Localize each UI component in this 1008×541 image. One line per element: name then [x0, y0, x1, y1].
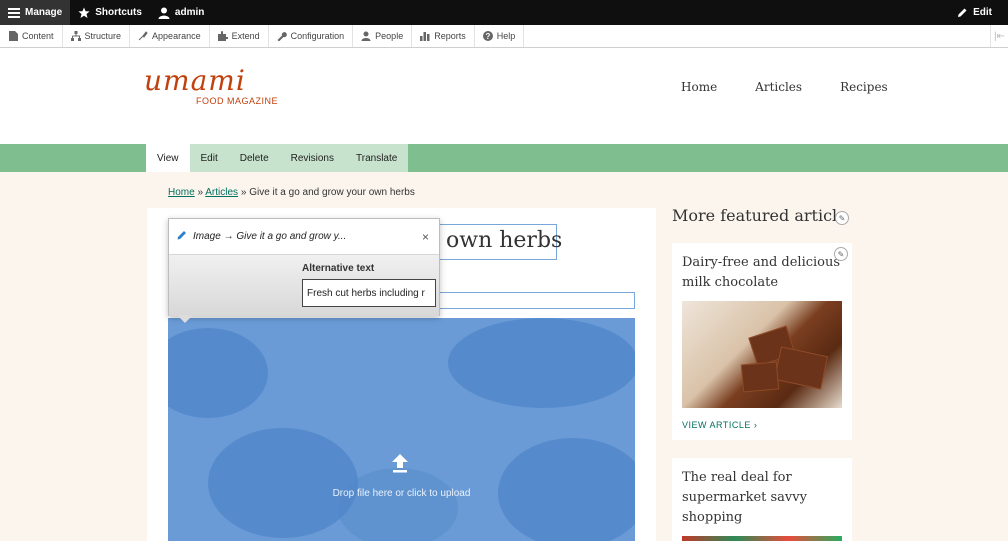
toolbar-manage-label: Manage	[25, 7, 63, 18]
tray-item-label: People	[375, 31, 404, 41]
logo-tagline: FOOD MAGAZINE	[196, 96, 279, 106]
upload-hint: Drop file here or click to upload	[332, 488, 471, 499]
tray-orientation-toggle[interactable]: |⇤	[990, 25, 1008, 47]
tray-item-label: Help	[496, 31, 516, 41]
sidebar-title: More featured article	[672, 206, 847, 225]
site-header: umami FOOD MAGAZINE Home Articles Recipe…	[0, 48, 1008, 144]
image-alt-balloon: Image → Give it a go and grow y... × Alt…	[168, 218, 440, 323]
chevron-right-icon: ›	[753, 420, 758, 430]
appearance-icon	[138, 31, 148, 41]
featured-card[interactable]: ✎ Dairy-free and delicious milk chocolat…	[672, 243, 852, 440]
content-icon	[8, 31, 18, 41]
balloon-heading: Image → Give it a go and grow y...	[193, 231, 347, 242]
person-icon	[361, 31, 371, 41]
toolbar-shortcuts[interactable]: Shortcuts	[70, 0, 150, 25]
svg-text:?: ?	[485, 32, 490, 41]
star-icon	[78, 7, 90, 19]
tray-item-label: Configuration	[290, 31, 345, 41]
user-icon	[158, 7, 170, 19]
breadcrumb-separator: »	[240, 187, 247, 198]
pencil-icon	[177, 230, 187, 243]
featured-card[interactable]: The real deal for supermarket savvy shop…	[672, 458, 852, 541]
article-title[interactable]: own herbs	[446, 228, 562, 253]
tray-item-appearance[interactable]: Appearance	[130, 25, 210, 47]
tab-view[interactable]: View	[146, 144, 190, 172]
toolbar-edit[interactable]: Edit	[948, 0, 1000, 25]
tray-item-structure[interactable]: Structure	[63, 25, 131, 47]
shopping-image	[682, 536, 842, 541]
tab-delete[interactable]: Delete	[228, 144, 280, 172]
chocolate-piece	[740, 361, 780, 393]
main-nav: Home Articles Recipes	[681, 80, 888, 94]
nav-articles[interactable]: Articles	[755, 80, 802, 94]
tray-item-configuration[interactable]: Configuration	[269, 25, 354, 47]
toolbar-user[interactable]: admin	[150, 0, 212, 25]
bar-chart-icon	[420, 31, 430, 41]
herb-shape	[168, 328, 268, 418]
tray-item-label: Reports	[434, 31, 466, 41]
image-upload-dropzone[interactable]: Drop file here or click to upload	[168, 318, 635, 541]
breadcrumb-separator: »	[197, 187, 204, 198]
breadcrumb: Home » Articles » Give it a go and grow …	[168, 187, 415, 198]
toolbar-shortcuts-label: Shortcuts	[95, 7, 142, 18]
block-edit-pencil-icon[interactable]: ✎	[835, 211, 849, 225]
herb-shape	[338, 468, 458, 541]
wrench-icon	[277, 31, 287, 41]
herb-shape	[448, 318, 635, 408]
toolbar-tray: Content Structure Appearance Extend Conf…	[0, 25, 1008, 48]
tray-item-label: Structure	[84, 31, 122, 41]
structure-icon	[70, 31, 81, 41]
close-icon[interactable]: ×	[422, 230, 429, 244]
featured-card-title[interactable]: The real deal for supermarket savvy shop…	[672, 458, 852, 528]
extend-icon	[217, 31, 228, 41]
tray-item-help[interactable]: ? Help	[475, 25, 525, 47]
nav-recipes[interactable]: Recipes	[840, 80, 888, 94]
toolbar-user-label: admin	[174, 7, 205, 18]
collapse-left-icon: |⇤	[994, 30, 1005, 42]
featured-card-title[interactable]: Dairy-free and delicious milk chocolate	[672, 243, 852, 293]
pencil-icon	[956, 7, 968, 19]
balloon-body: Alternative text	[169, 255, 439, 316]
breadcrumb-current: Give it a go and grow your own herbs	[249, 187, 415, 198]
upload-icon	[392, 454, 408, 473]
tab-edit[interactable]: Edit	[189, 144, 229, 172]
tray-item-extend[interactable]: Extend	[210, 25, 269, 47]
nav-home[interactable]: Home	[681, 80, 717, 94]
alt-text-input[interactable]	[302, 279, 436, 307]
view-article-link[interactable]: VIEW ARTICLE ›	[672, 408, 852, 440]
logo-name: umami	[144, 64, 246, 97]
view-article-label: VIEW ARTICLE	[682, 420, 751, 430]
herb-shape	[208, 428, 358, 538]
site-logo[interactable]: umami FOOD MAGAZINE	[144, 64, 279, 107]
chocolate-image	[682, 301, 842, 408]
card-edit-pencil-icon[interactable]: ✎	[834, 247, 848, 261]
tray-item-label: Content	[22, 31, 54, 41]
tray-item-reports[interactable]: Reports	[412, 25, 475, 47]
balloon-arrow	[177, 315, 193, 323]
tab-translate[interactable]: Translate	[345, 144, 409, 172]
alt-text-label: Alternative text	[302, 263, 375, 274]
breadcrumb-articles[interactable]: Articles	[205, 187, 238, 198]
toolbar-edit-label: Edit	[973, 7, 992, 18]
help-icon: ?	[482, 31, 493, 41]
tray-item-label: Extend	[231, 31, 260, 41]
local-tasks: View Edit Delete Revisions Translate	[146, 144, 409, 172]
balloon-header: Image → Give it a go and grow y...	[169, 219, 439, 255]
local-tasks-band: View Edit Delete Revisions Translate	[0, 144, 1008, 172]
tray-item-content[interactable]: Content	[0, 25, 63, 47]
admin-toolbar: Manage Shortcuts admin Edit	[0, 0, 1008, 25]
tray-item-people[interactable]: People	[353, 25, 413, 47]
hamburger-icon	[8, 7, 20, 19]
tray-item-label: Appearance	[152, 31, 201, 41]
toolbar-manage[interactable]: Manage	[0, 0, 71, 25]
breadcrumb-home[interactable]: Home	[168, 187, 195, 198]
tab-revisions[interactable]: Revisions	[279, 144, 345, 172]
chocolate-piece	[773, 346, 829, 390]
